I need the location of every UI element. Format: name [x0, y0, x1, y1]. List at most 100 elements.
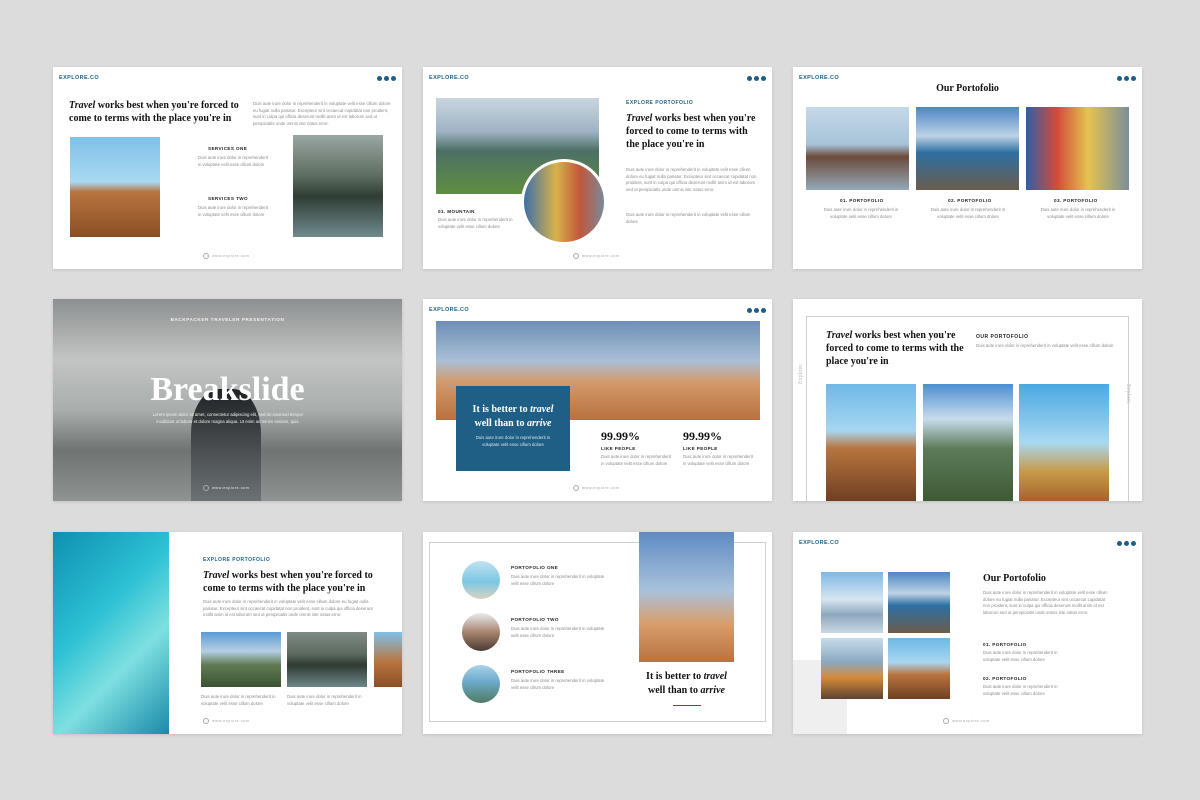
twitter-icon: [384, 76, 389, 81]
twitter-icon: [754, 76, 759, 81]
slide-kicker: BACKPACKER TRAVELER PRESENTATION: [170, 317, 285, 322]
footer-url[interactable]: www.explore.com: [203, 253, 249, 259]
body-text-2: Duis aute irure dolor in reprehenderit i…: [626, 212, 751, 224]
twitter-icon: [1124, 76, 1129, 81]
body-text-1: Duis aute irure dolor in reprehenderit i…: [626, 167, 757, 192]
slide-5-desert-quote[interactable]: EXPLORE.CO It is better to travel well t…: [423, 299, 772, 501]
stat-2-label: LIKE PEOPLE: [683, 446, 718, 451]
stat-2-text: Duis aute irure dolor in reprehenderit i…: [683, 454, 753, 466]
social-icons: [1117, 541, 1136, 546]
portfolio-label-3: 03. PORTOFOLIO: [1054, 198, 1098, 203]
snowy-mountain-photo: [821, 572, 883, 633]
portfolio-text-3: Duis aute irure dolor in reprehenderit i…: [1040, 207, 1116, 219]
stat-2-value: 99.99%: [683, 429, 722, 443]
footer-url[interactable]: www.explore.com: [943, 718, 989, 724]
intro-text: Duis aute irure dolor in reprehenderit i…: [203, 599, 373, 618]
mountain-label: 01. MOUNTAIN: [438, 209, 475, 214]
brand-logo: EXPLORE.CO: [429, 75, 470, 81]
facebook-icon: [747, 76, 752, 81]
intro-text: Duis aute irure dolor in reprehenderit i…: [976, 343, 1114, 348]
slide-heading: Travel works best when you're forced to …: [626, 113, 756, 150]
twitter-icon: [754, 308, 759, 313]
brand-logo: EXPLORE.CO: [799, 75, 840, 81]
slide-6-explore-gallery[interactable]: Travel works best when you're forced to …: [793, 299, 1142, 501]
slide-title: Our Portofolio: [983, 573, 1046, 584]
portfolio-text-2: Duis aute irure dolor in reprehenderit i…: [983, 684, 1058, 696]
rock-formation-photo: [888, 638, 950, 699]
intro-text: Duis aute irure dolor in reprehenderit i…: [253, 101, 391, 126]
social-icons: [747, 76, 766, 81]
slide-title: Our Portofolio: [936, 83, 999, 94]
slide-heading: Travel works best when you're forced to …: [69, 100, 239, 124]
stat-1-text: Duis aute irure dolor in reprehenderit i…: [601, 454, 671, 466]
portfolio-three-label: PORTOFOLIO THREE: [511, 669, 565, 674]
footer-url[interactable]: www.explore.com: [573, 253, 619, 259]
rock-photo-cropped: [374, 632, 402, 687]
photo-caption-1: Duis aute irure dolor in reprehenderit i…: [201, 694, 276, 706]
lake-reflection-photo: [287, 632, 367, 687]
stat-1-value: 99.99%: [601, 429, 640, 443]
portfolio-label-1: 01. PORTOFOLIO: [983, 642, 1027, 647]
brand-logo: EXPLORE.CO: [59, 75, 100, 81]
services-one-label: SERVICES ONE: [208, 146, 248, 151]
backpacker-photo: [821, 638, 883, 699]
slide-3-portfolio[interactable]: EXPLORE.CO Our Portofolio 01. PORTOFOLIO…: [793, 67, 1142, 269]
mountain-meadow-photo: [201, 632, 281, 687]
social-icons: [747, 308, 766, 313]
slide-kicker: OUR PORTOFOLIO: [976, 334, 1029, 340]
mountain-forest-photo: [923, 384, 1013, 501]
quote-text: It is better to travel well than to arri…: [472, 404, 554, 429]
rock-formation-photo: [70, 137, 160, 237]
quote-text: It is better to travel well than to arri…: [633, 670, 740, 697]
brand-logo: EXPLORE.CO: [429, 307, 470, 313]
mountain-text: Duis aute irure dolor in reprehenderit i…: [438, 217, 513, 229]
colorful-street-photo: [521, 159, 607, 245]
facebook-icon: [1117, 76, 1122, 81]
portfolio-one-text: Duis aute irure dolor in reprehenderit i…: [511, 574, 605, 586]
footer-url[interactable]: www.explore.com: [573, 485, 619, 491]
photo-caption-2: Duis aute irure dolor in reprehenderit i…: [287, 694, 362, 706]
portfolio-two-label: PORTOFOLIO TWO: [511, 617, 559, 622]
services-two-label: SERVICES TWO: [208, 196, 248, 201]
portfolio-two-photo: [462, 613, 500, 651]
slide-kicker: EXPLORE PORTOFOLIO: [203, 557, 271, 563]
twitter-icon: [1124, 541, 1129, 546]
facebook-icon: [377, 76, 382, 81]
slide-1-services[interactable]: EXPLORE.CO Travel works best when you're…: [53, 67, 402, 269]
instagram-icon: [761, 76, 766, 81]
portfolio-label-2: 02. PORTOFOLIO: [983, 676, 1027, 681]
portfolio-text-1: Duis aute irure dolor in reprehenderit i…: [823, 207, 899, 219]
slide-text: Lorem ipsum dolor sit amet, consectetur …: [152, 412, 304, 424]
slide-8-portfolio-list[interactable]: PORTOFOLIO ONE Duis aute irure dolor in …: [423, 532, 772, 734]
social-icons: [1117, 76, 1136, 81]
instagram-icon: [1131, 541, 1136, 546]
footer-url[interactable]: www.explore.com: [203, 485, 249, 491]
portfolio-label-2: 02. PORTOFOLIO: [948, 198, 992, 203]
stat-1-label: LIKE PEOPLE: [601, 446, 636, 451]
rock-formation-photo: [826, 384, 916, 501]
cliff-lake-photo: [916, 107, 1019, 190]
traveler-lake-photo: [806, 107, 909, 190]
slide-title: Breakslide: [150, 371, 305, 408]
slide-7-aerial[interactable]: EXPLORE PORTOFOLIO Travel works best whe…: [53, 532, 402, 734]
desert-portrait-photo: [639, 532, 734, 662]
slide-kicker: EXPLORE PORTOFOLIO: [626, 100, 694, 106]
slide-2-mountain[interactable]: EXPLORE.CO 01. MOUNTAIN Duis aute irure …: [423, 67, 772, 269]
lake-reflection-photo: [293, 135, 383, 237]
portfolio-text-1: Duis aute irure dolor in reprehenderit i…: [983, 650, 1058, 662]
cliff-lake-photo: [888, 572, 950, 633]
footer-url[interactable]: www.explore.com: [203, 718, 249, 724]
portfolio-three-text: Duis aute irure dolor in reprehenderit i…: [511, 678, 605, 690]
side-label-left: Explore.: [798, 363, 804, 385]
temple-photo: [1019, 384, 1109, 501]
slide-heading: Travel works best when you're forced to …: [826, 329, 971, 368]
portfolio-text-2: Duis aute irure dolor in reprehenderit i…: [930, 207, 1006, 219]
services-one-text: Duis aute irure dolor in reprehenderit i…: [198, 155, 268, 167]
portfolio-two-text: Duis aute irure dolor in reprehenderit i…: [511, 626, 605, 638]
slide-4-breakslide[interactable]: BACKPACKER TRAVELER PRESENTATION Breaksl…: [53, 299, 402, 501]
instagram-icon: [1131, 76, 1136, 81]
slide-9-portfolio-grid[interactable]: EXPLORE.CO Our Portofolio Duis aute irur…: [793, 532, 1142, 734]
accent-line: [673, 705, 701, 706]
portfolio-one-photo: [462, 561, 500, 599]
slide-heading: Travel works best when you're forced to …: [203, 570, 373, 594]
